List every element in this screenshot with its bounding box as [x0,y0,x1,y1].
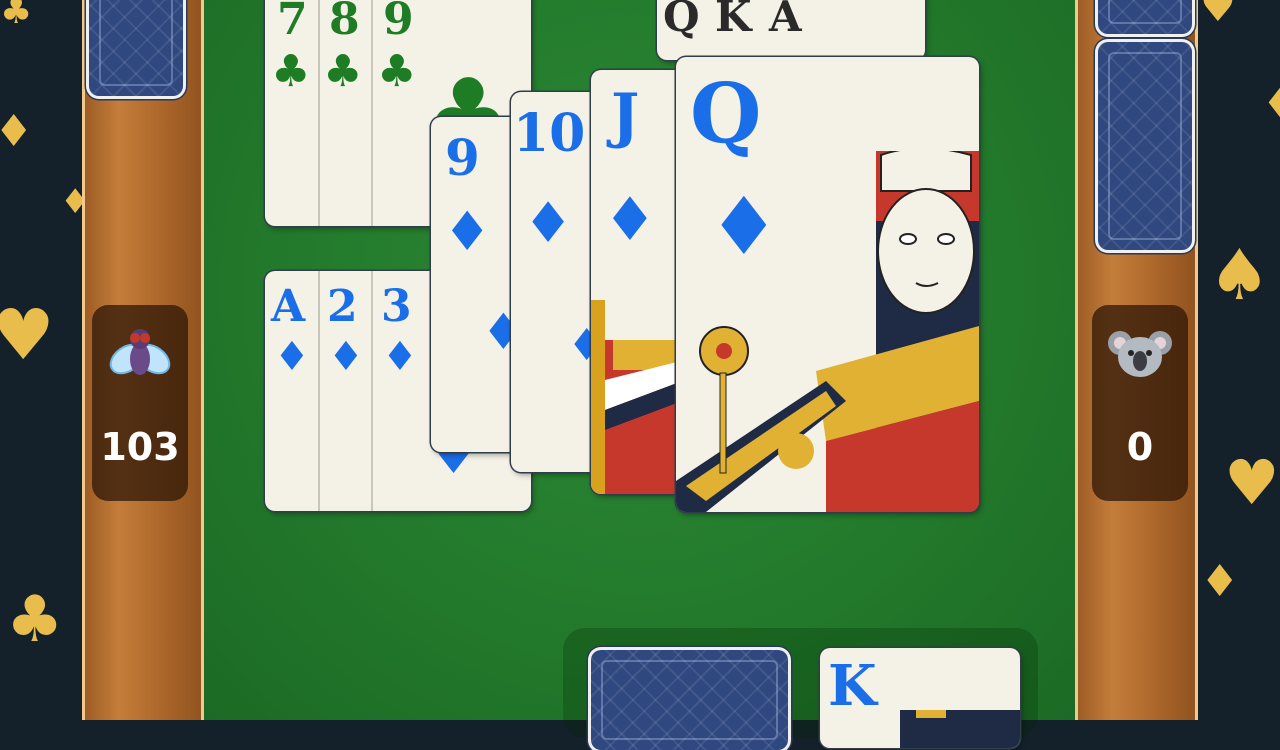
left-card-back [89,0,183,96]
club-icon: ♣ [323,46,363,97]
card-rank: J [611,81,640,151]
draw-pile-card-back[interactable] [591,650,788,750]
decorative-diamond-icon: ♦ [1262,81,1280,127]
decorative-heart-icon: ♥ [1200,0,1236,31]
card-rank: 9 [383,0,414,45]
left-player-panel: 103 [92,305,188,501]
card-rank: 7 [277,0,308,45]
decorative-spade-icon: ♠ [1208,234,1271,316]
diamond-icon: ♦ [523,191,574,256]
card-rank: K [828,653,877,719]
right-card-back [1098,42,1192,250]
queen-artwork-icon [676,151,979,512]
diamond-icon: ♦ [328,334,364,380]
card-rank: A [769,0,802,41]
decorative-club-icon: ♣ [6,583,64,657]
decorative-club-icon: ♣ [0,0,33,32]
card-rank: 3 [381,281,412,332]
decorative-diamond-icon: ♦ [0,106,34,157]
meld-card[interactable]: Q K A [657,0,925,60]
diamond-icon: ♦ [274,334,310,380]
card-rank: 2 [327,281,358,332]
right-card-back-top [1098,0,1192,34]
fly-avatar-icon [105,319,175,389]
left-player-score: 103 [100,425,180,469]
card-rank: Q [690,66,762,162]
decorative-heart-icon: ♥ [0,294,55,376]
card-rank: A [271,281,306,332]
card-rank: 9 [445,128,480,187]
card-rank: 8 [329,0,360,45]
card-rank: K [715,0,752,41]
koala-avatar-icon [1105,319,1175,389]
diamond-icon: ♦ [603,185,657,255]
diamond-icon: ♦ [382,334,418,380]
right-player-panel: 0 [1092,305,1188,501]
right-player-score: 0 [1126,425,1154,469]
club-icon: ♣ [271,46,311,97]
diamond-icon: ♦ [443,200,492,263]
decorative-heart-icon: ♥ [1224,446,1280,519]
decorative-diamond-icon: ♦ [1200,556,1240,607]
meld-card-q-diamonds[interactable]: Q ♦ [676,57,979,512]
club-icon: ♣ [377,46,417,97]
discard-pile-card[interactable]: K [820,648,1020,748]
card-rank: 10 [513,103,586,164]
card-rank: Q [663,0,700,41]
